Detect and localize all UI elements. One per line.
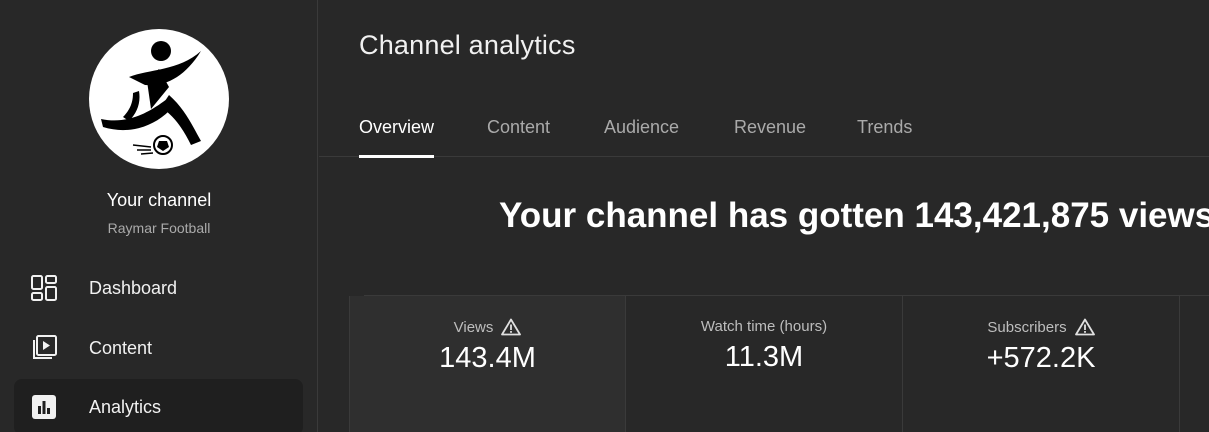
sidebar-item-dashboard[interactable]: Dashboard [14, 260, 303, 316]
page-title: Channel analytics [359, 30, 576, 60]
sidebar-item-label: Dashboard [89, 277, 178, 298]
football-player-logo-icon [101, 41, 201, 155]
warning-icon [501, 318, 522, 336]
views-headline: Your channel has gotten 143,421,875 view… [499, 196, 1209, 235]
sidebar-item-label: Content [89, 337, 153, 358]
tab-overview[interactable]: Overview [359, 105, 435, 158]
metric-value: 143.4M [439, 342, 536, 374]
warning-icon [1074, 318, 1095, 336]
tab-trends[interactable]: Trends [857, 105, 912, 157]
metric-value: +572.2K [986, 342, 1096, 374]
sidebar: Your channel Raymar Football Dashboard C… [0, 0, 318, 432]
channel-avatar[interactable] [89, 29, 229, 169]
metric-label: Subscribers [987, 318, 1067, 336]
metric-label: Views [453, 318, 494, 336]
channel-name: Raymar Football [107, 220, 211, 236]
metric-label: Watch time (hours) [700, 318, 828, 335]
tab-content[interactable]: Content [487, 105, 550, 157]
metric-value: 11.3M [724, 341, 804, 373]
sidebar-item-content[interactable]: Content [14, 320, 303, 376]
tab-audience[interactable]: Audience [604, 105, 679, 157]
main-panel: Channel analytics Overview Content Audie… [319, 0, 1209, 432]
content-icon [33, 335, 57, 359]
metric-card-views[interactable]: Views 143.4M [349, 296, 626, 432]
sidebar-item-label: Analytics [89, 396, 162, 417]
tab-revenue[interactable]: Revenue [734, 105, 806, 157]
metric-card-subscribers[interactable]: Subscribers +572.2K [903, 296, 1180, 432]
tab-bar: Overview Content Audience Revenue Trends [319, 105, 1209, 158]
analytics-icon [32, 395, 56, 419]
app-window: Your channel Raymar Football Dashboard C… [0, 0, 1209, 432]
channel-label: Your channel [106, 190, 212, 210]
sidebar-item-analytics[interactable]: Analytics [14, 379, 303, 432]
metric-card-watch-time[interactable]: Watch time (hours) 11.3M [626, 296, 903, 432]
dashboard-icon [31, 275, 57, 301]
